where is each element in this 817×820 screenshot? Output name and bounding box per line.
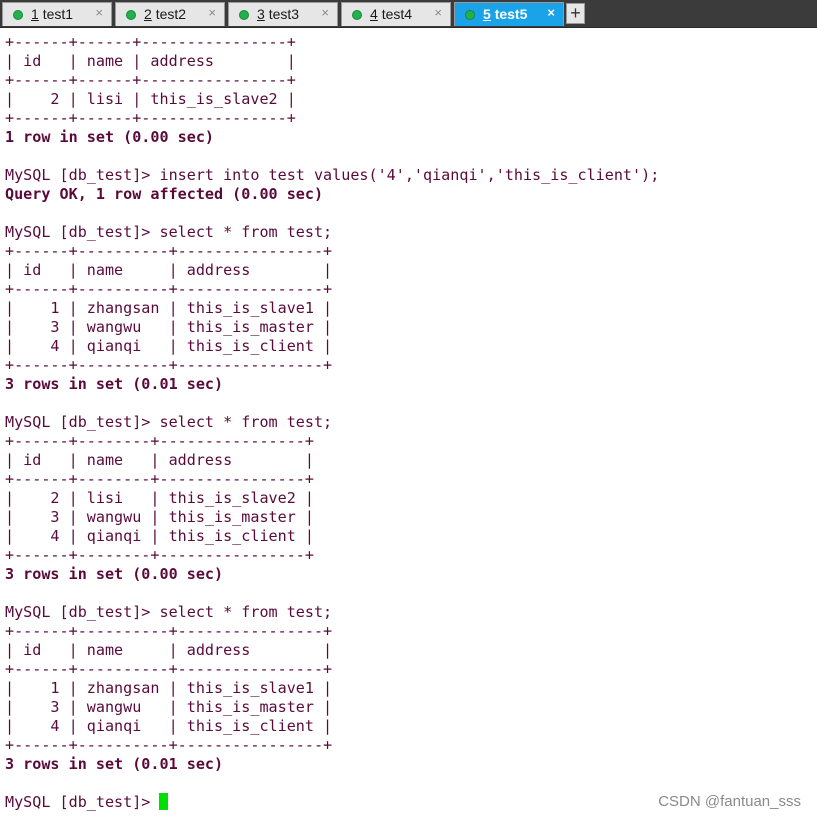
tab-number: 5	[483, 6, 491, 22]
terminal-line: MySQL [db_test]> select * from test;	[5, 223, 333, 241]
terminal-line: +------+----------+----------------+	[5, 356, 333, 374]
connection-status-icon	[465, 10, 475, 20]
connection-status-icon	[126, 10, 136, 20]
tab-number: 2	[144, 6, 152, 22]
tab-number: 1	[31, 6, 39, 22]
terminal-line: 3 rows in set (0.01 sec)	[5, 375, 224, 393]
text-cursor	[159, 793, 169, 810]
terminal-output[interactable]: +------+------+----------------+ | id | n…	[5, 33, 811, 812]
close-icon[interactable]: ×	[434, 5, 442, 20]
terminal-line: | id | name | address |	[5, 451, 314, 469]
terminal-line: | id | name | address |	[5, 52, 296, 70]
terminal-line: +------+------+----------------+	[5, 33, 296, 51]
terminal-line: 3 rows in set (0.01 sec)	[5, 755, 224, 773]
terminal-line: | 4 | qianqi | this_is_client |	[5, 337, 333, 355]
terminal-line: | 1 | zhangsan | this_is_slave1 |	[5, 679, 333, 697]
terminal-line: | 3 | wangwu | this_is_master |	[5, 698, 333, 716]
tab-name: test2	[155, 6, 187, 22]
tab-name: test5	[494, 6, 528, 22]
tab-label: 2 test2	[144, 6, 186, 22]
terminal-line: MySQL [db_test]> select * from test;	[5, 603, 333, 621]
close-icon[interactable]: ×	[208, 5, 216, 20]
tab-name: test3	[268, 6, 300, 22]
terminal-line: | 3 | wangwu | this_is_master |	[5, 508, 314, 526]
terminal-line: | 4 | qianqi | this_is_client |	[5, 717, 333, 735]
watermark: CSDN @fantuan_sss	[658, 793, 801, 810]
connection-status-icon	[352, 10, 362, 20]
terminal-line: +------+----------+----------------+	[5, 622, 333, 640]
tab-test1[interactable]: 1 test1 ×	[2, 2, 112, 26]
tab-label: 3 test3	[257, 6, 299, 22]
tab-number: 3	[257, 6, 265, 22]
terminal-line: Query OK, 1 row affected (0.00 sec)	[5, 185, 324, 203]
terminal-line: | 4 | qianqi | this_is_client |	[5, 527, 314, 545]
tab-label: 5 test5	[483, 6, 527, 22]
tab-bar: 1 test1 × 2 test2 × 3 test3 × 4 test4 × …	[0, 0, 817, 28]
terminal-line: +------+------+----------------+	[5, 71, 296, 89]
tab-number: 4	[370, 6, 378, 22]
tab-test5[interactable]: 5 test5 ×	[454, 2, 564, 26]
terminal-line: 1 row in set (0.00 sec)	[5, 128, 215, 146]
tab-test3[interactable]: 3 test3 ×	[228, 2, 338, 26]
tab-label: 4 test4	[370, 6, 412, 22]
terminal-line: +------+--------+----------------+	[5, 546, 314, 564]
tab-label: 1 test1	[31, 6, 73, 22]
close-icon[interactable]: ×	[547, 5, 555, 20]
terminal-line: 3 rows in set (0.00 sec)	[5, 565, 224, 583]
prompt-text: MySQL [db_test]>	[5, 793, 160, 811]
terminal-line: +------+--------+----------------+	[5, 470, 314, 488]
terminal-line: +------+----------+----------------+	[5, 242, 333, 260]
connection-status-icon	[13, 10, 23, 20]
terminal-line: +------+--------+----------------+	[5, 432, 314, 450]
terminal-line: | 3 | wangwu | this_is_master |	[5, 318, 333, 336]
tab-name: test1	[42, 6, 74, 22]
terminal-line: +------+----------+----------------+	[5, 736, 333, 754]
terminal-line: +------+----------+----------------+	[5, 660, 333, 678]
terminal-line: +------+------+----------------+	[5, 109, 296, 127]
tab-name: test4	[381, 6, 413, 22]
terminal-line: MySQL [db_test]> insert into test values…	[5, 166, 660, 184]
terminal-line: +------+----------+----------------+	[5, 280, 333, 298]
tab-test4[interactable]: 4 test4 ×	[341, 2, 451, 26]
terminal-line: | 2 | lisi | this_is_slave2 |	[5, 90, 296, 108]
terminal-line: | id | name | address |	[5, 641, 333, 659]
close-icon[interactable]: ×	[95, 5, 103, 20]
terminal-line: | 1 | zhangsan | this_is_slave1 |	[5, 299, 333, 317]
new-tab-button[interactable]: +	[566, 3, 585, 24]
connection-status-icon	[239, 10, 249, 20]
close-icon[interactable]: ×	[321, 5, 329, 20]
terminal-line: | id | name | address |	[5, 261, 333, 279]
tab-test2[interactable]: 2 test2 ×	[115, 2, 225, 26]
terminal-line: | 2 | lisi | this_is_slave2 |	[5, 489, 314, 507]
terminal-line: MySQL [db_test]> select * from test;	[5, 413, 333, 431]
